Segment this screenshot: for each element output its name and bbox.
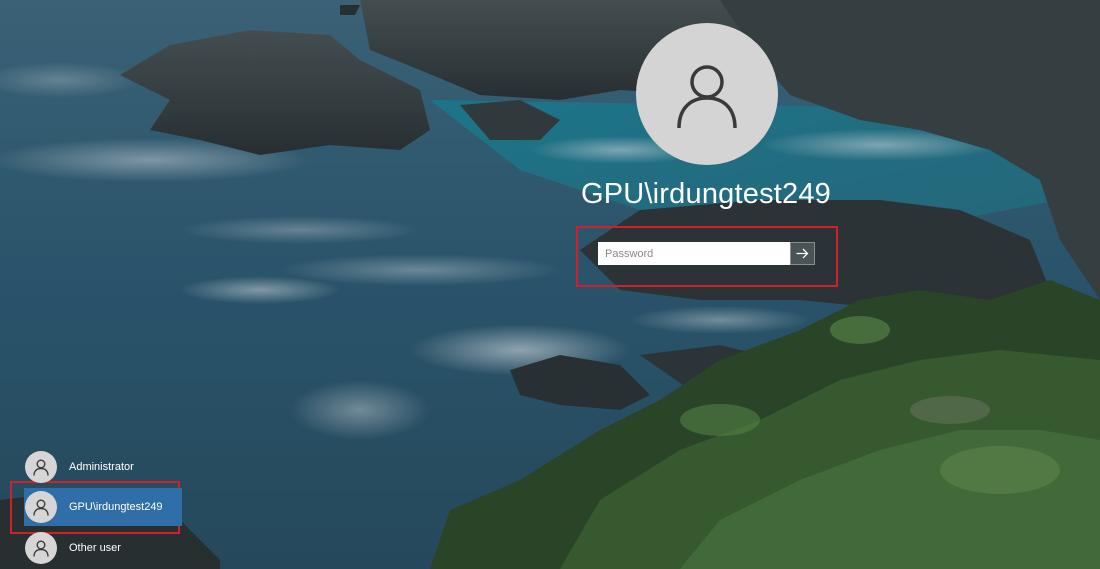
user-item-label: Administrator xyxy=(69,461,134,473)
user-icon xyxy=(33,540,49,557)
password-input[interactable] xyxy=(598,242,790,265)
user-item-other-user[interactable]: Other user xyxy=(24,529,182,567)
user-item-administrator[interactable]: Administrator xyxy=(24,448,182,486)
user-icon xyxy=(33,459,49,476)
user-avatar-small xyxy=(25,532,57,564)
user-item-label: GPU\irdungtest249 xyxy=(69,501,163,513)
user-item-label: Other user xyxy=(69,542,121,554)
signed-in-username: GPU\irdungtest249 xyxy=(580,178,832,210)
user-avatar-large xyxy=(636,23,778,165)
user-avatar-small xyxy=(25,491,57,523)
lock-screen: GPU\irdungtest249 Administrator GPU\irdu… xyxy=(0,0,1100,569)
user-icon xyxy=(33,499,49,516)
submit-button[interactable] xyxy=(790,242,815,265)
arrow-right-icon xyxy=(796,248,809,259)
user-avatar-small xyxy=(25,451,57,483)
user-icon xyxy=(677,65,737,129)
user-item-gpu-irdungtest249[interactable]: GPU\irdungtest249 xyxy=(24,488,182,526)
